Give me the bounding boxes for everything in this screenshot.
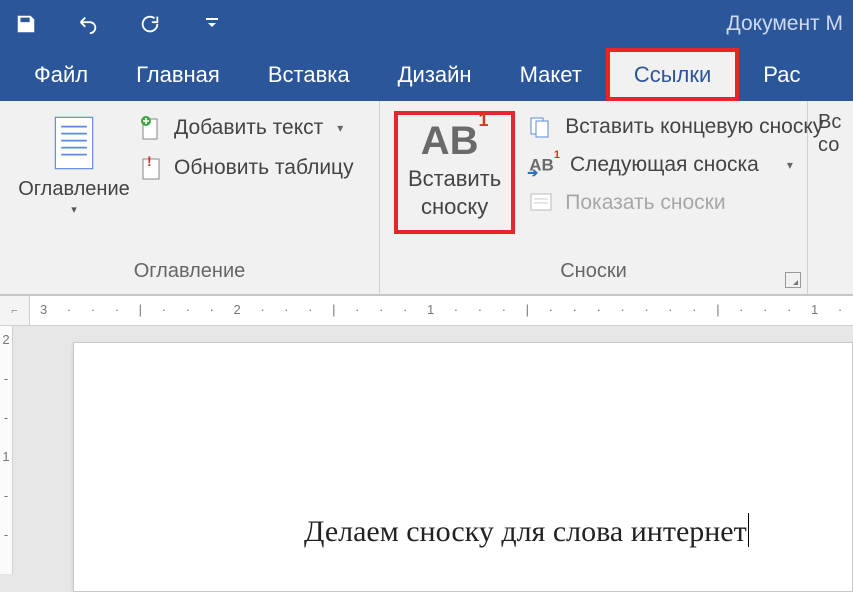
add-text-button[interactable]: Добавить текст ▾: [140, 115, 354, 141]
vruler-mark: -: [4, 410, 8, 425]
update-table-button[interactable]: ! Обновить таблицу: [140, 155, 354, 181]
group-label-footnotes: Сноски: [380, 260, 807, 294]
show-notes-button: Показать сноски: [529, 191, 823, 215]
ruler-corner: ⌐: [0, 296, 30, 325]
group-label-toc: Оглавление: [0, 260, 379, 294]
ribbon: Оглавление ▾ Добавить текст ▾ !: [0, 101, 853, 296]
insert-endnote-button[interactable]: Вставить концевую сноску: [529, 115, 823, 139]
tab-insert[interactable]: Вставка: [244, 48, 374, 101]
tab-design[interactable]: Дизайн: [374, 48, 496, 101]
show-notes-label: Показать сноски: [565, 191, 725, 215]
next-footnote-label: Следующая сноска: [570, 153, 759, 177]
update-table-label: Обновить таблицу: [174, 156, 354, 180]
text-cursor: [748, 513, 749, 547]
tab-mailings[interactable]: Рас: [739, 48, 824, 101]
vruler-mark: 2: [2, 332, 9, 347]
update-table-icon: !: [140, 155, 164, 181]
undo-icon: [75, 13, 101, 35]
group-trailing: Вс со: [808, 101, 853, 294]
save-button[interactable]: [10, 8, 42, 40]
vruler-mark: 1: [2, 449, 9, 464]
toc-icon: [50, 115, 98, 171]
chevron-down-icon: [205, 17, 219, 31]
add-text-icon: [140, 115, 164, 141]
ribbon-tabs: Файл Главная Вставка Дизайн Макет Ссылки…: [0, 48, 853, 101]
ruler-vertical[interactable]: 2 - - 1 - -: [0, 326, 13, 574]
tab-home[interactable]: Главная: [112, 48, 244, 101]
vruler-mark: -: [4, 371, 8, 386]
chevron-down-icon: ▾: [71, 203, 77, 216]
chevron-down-icon: ▾: [337, 121, 343, 135]
table-of-contents-button[interactable]: Оглавление ▾: [14, 111, 134, 220]
insert-endnote-label: Вставить концевую сноску: [565, 115, 823, 139]
document-area: 2 - - 1 - - Делаем сноску для слова инте…: [0, 326, 853, 574]
vruler-mark: -: [4, 488, 8, 503]
insert-footnote-label-1: Вставить: [408, 165, 501, 193]
footnote-icon-sup: 1: [479, 110, 489, 130]
chevron-down-icon: ▾: [787, 158, 793, 172]
tab-references[interactable]: Ссылки: [606, 48, 739, 101]
ruler-horizontal-area: ⌐ 3 · · · | · · · 2 · · · | · · · 1 · · …: [0, 296, 853, 326]
save-icon: [15, 13, 37, 35]
svg-text:!: !: [147, 155, 152, 169]
page[interactable]: Делаем сноску для слова интернет: [73, 342, 853, 592]
trailing-text-2: со: [818, 134, 853, 157]
ruler-horizontal[interactable]: 3 · · · | · · · 2 · · · | · · · 1 · · · …: [30, 296, 853, 325]
toc-button-label: Оглавление: [18, 177, 130, 201]
vruler-mark: -: [4, 527, 8, 542]
document-text[interactable]: Делаем сноску для слова интернет: [304, 515, 747, 548]
repeat-icon: [138, 13, 162, 35]
next-footnote-icon: AB1 ➔: [529, 155, 560, 176]
add-text-label: Добавить текст: [174, 116, 323, 140]
tab-file[interactable]: Файл: [10, 48, 112, 101]
next-footnote-button[interactable]: AB1 ➔ Следующая сноска ▾: [529, 153, 823, 177]
insert-footnote-button[interactable]: AB1 Вставить сноску: [394, 111, 515, 234]
quick-access-toolbar: [10, 8, 228, 40]
undo-button[interactable]: [72, 8, 104, 40]
footnote-icon-text: AB: [421, 119, 479, 163]
tab-layout[interactable]: Макет: [496, 48, 606, 101]
title-bar: Документ M: [0, 0, 853, 48]
endnote-icon: [529, 115, 555, 139]
trailing-text-1: Вс: [818, 111, 853, 134]
document-title: Документ M: [727, 12, 843, 36]
insert-footnote-label-2: сноску: [408, 193, 501, 221]
group-footnotes: AB1 Вставить сноску Вставить концевую сн…: [380, 101, 808, 294]
group-table-of-contents: Оглавление ▾ Добавить текст ▾ !: [0, 101, 380, 294]
footnotes-dialog-launcher[interactable]: [785, 272, 801, 288]
repeat-button[interactable]: [134, 8, 166, 40]
show-notes-icon: [529, 192, 555, 214]
page-viewport[interactable]: Делаем сноску для слова интернет: [13, 326, 853, 574]
footnote-icon: AB1: [417, 121, 493, 161]
qat-customize-button[interactable]: [196, 8, 228, 40]
